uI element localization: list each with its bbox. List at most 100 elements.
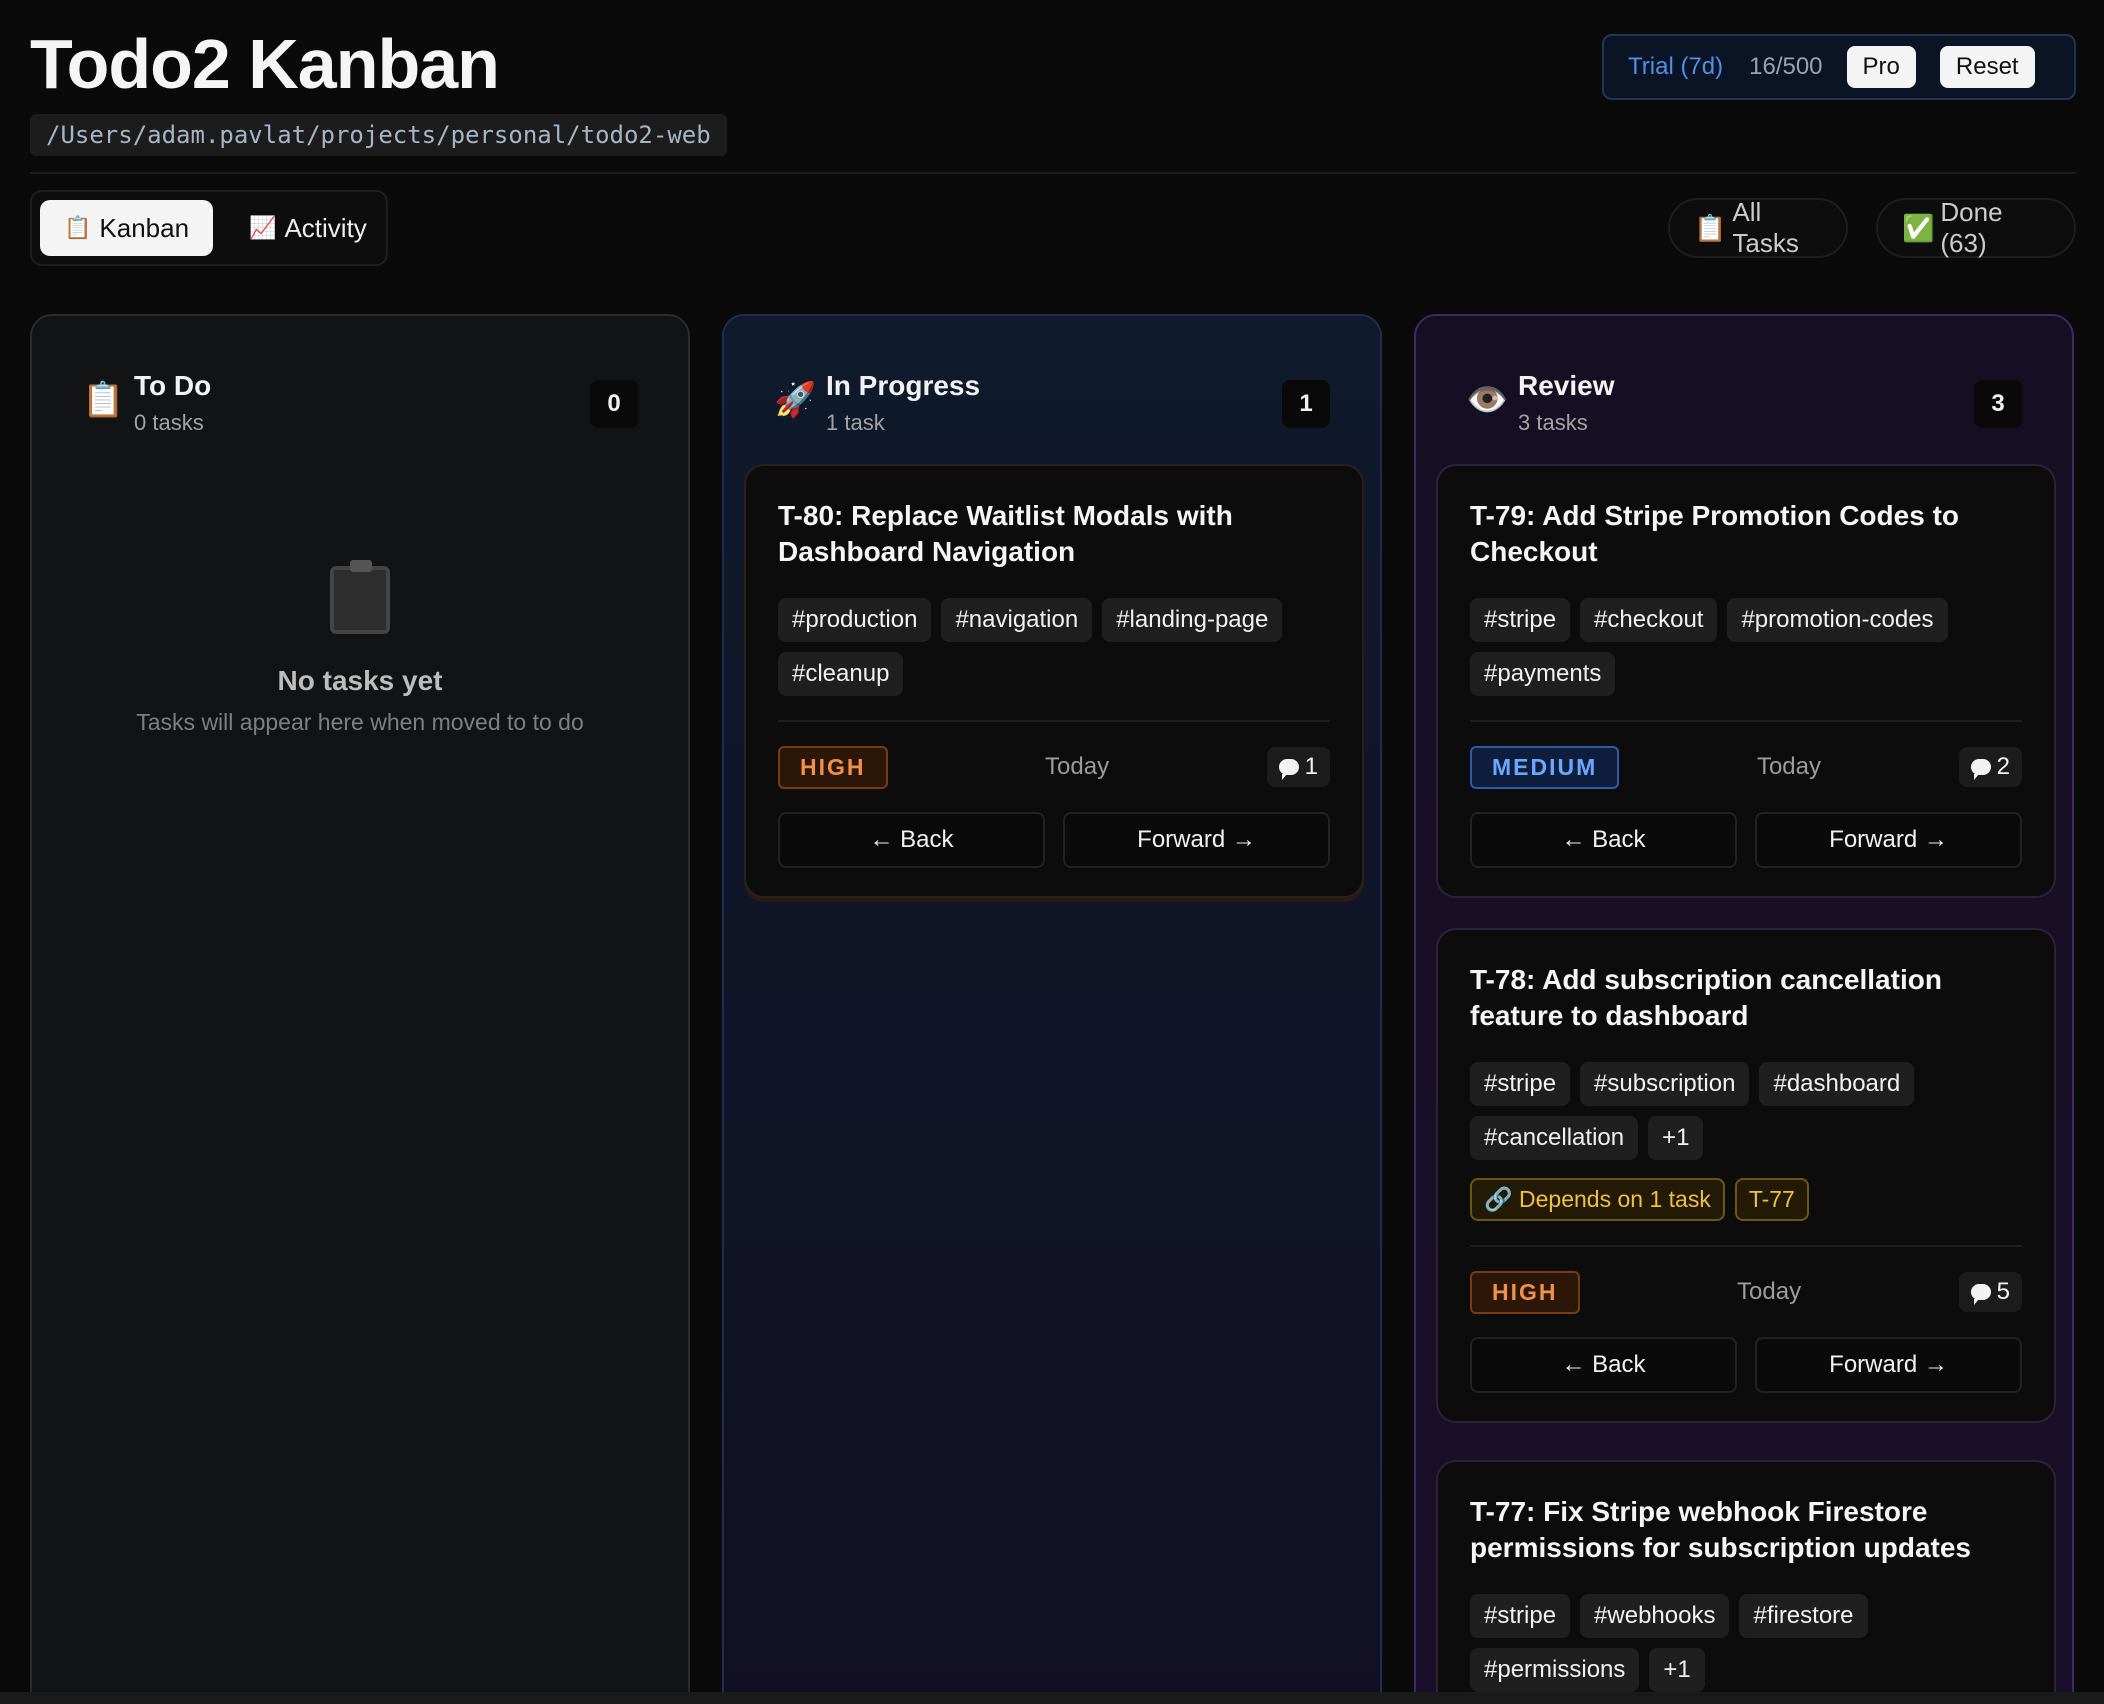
task-card-t80[interactable]: T-80: Replace Waitlist Modals with Dashb… [744,464,1364,898]
column-title: To Do [134,370,212,401]
eye-icon: 👁️ [1466,381,1509,419]
task-card-t79[interactable]: T-79: Add Stripe Promotion Codes to Chec… [1436,464,2056,898]
tag[interactable]: #checkout [1580,598,1718,642]
tag-list: #stripe #webhooks #firestore #permission… [1470,1594,2022,1692]
tab-kanban-label: Kanban [99,212,190,243]
task-title-text: Add Stripe Promotion Codes to Checkout [1470,500,1959,567]
done-label: Done (63) [1940,197,2003,258]
priority-badge: HIGH [778,745,888,789]
task-title: T-78: Add subscription cancellation feat… [1470,962,2022,1034]
tag[interactable]: #cleanup [778,652,904,696]
plan-status-box: Trial (7d) 16/500 Pro Reset [1602,34,2076,100]
pro-button[interactable]: Pro [1846,46,1916,88]
task-title: T-80: Replace Waitlist Modals with Dashb… [778,498,1330,570]
column-task-count-text: 0 tasks [134,410,204,435]
task-id: T-78: [1470,964,1536,995]
page-title: Todo2 Kanban [30,25,500,103]
tag[interactable]: #stripe [1470,598,1571,642]
tag[interactable]: #stripe [1470,1062,1571,1106]
forward-button[interactable]: Forward → [1755,1337,2022,1393]
column-header: 🚀 In Progress 1 task 1 [774,370,1330,444]
tag[interactable]: #landing-page [1102,598,1283,642]
forward-button[interactable]: Forward → [1755,812,2022,868]
tab-activity-label: Activity [284,212,367,243]
column-todo: 📋 To Do 0 tasks 0 No tasks yet Tasks wil… [30,314,690,1704]
task-meta: HIGH Today 1 [778,745,1330,789]
comment-count[interactable]: 2 [1958,747,2022,787]
comment-count[interactable]: 1 [1266,747,1330,787]
tag[interactable]: #firestore [1739,1594,1868,1638]
chart-increasing-icon: 📈 [249,215,277,240]
column-task-count-text: 3 tasks [1518,410,1588,435]
card-divider [778,720,1330,722]
comment-count-value: 2 [1996,753,2010,780]
dependency-link[interactable]: T-77 [1734,1178,1809,1221]
project-path: /Users/adam.pavlat/projects/personal/tod… [30,114,727,156]
column-count-badge: 3 [1974,380,2022,428]
task-title-text: Add subscription cancellation feature to… [1470,964,1942,1031]
card-divider [1470,720,2022,722]
column-in-progress: 🚀 In Progress 1 task 1 T-80: Replace Wai… [722,314,1382,1704]
tab-kanban[interactable]: 📋 Kanban [40,200,214,256]
kanban-page: Todo2 Kanban /Users/adam.pavlat/projects… [0,0,2104,1704]
task-id: T-77: [1470,1496,1536,1527]
back-button[interactable]: ← Back [1470,812,1737,868]
tag[interactable]: #navigation [941,598,1093,642]
clipboard-icon: 📋 [1694,212,1727,243]
task-title-text: Replace Waitlist Modals with Dashboard N… [778,500,1233,567]
depends-on-badge[interactable]: 🔗 Depends on 1 task [1470,1178,1725,1221]
priority-badge: HIGH [1470,1270,1580,1314]
task-actions: ← Back Forward → [778,812,1330,868]
reset-button[interactable]: Reset [1939,46,2035,88]
task-title-text: Fix Stripe webhook Firestore permissions… [1470,1496,1971,1563]
task-date: Today [1737,1278,1802,1305]
comment-count[interactable]: 5 [1958,1272,2022,1312]
tag[interactable]: #production [778,598,932,642]
tag[interactable]: #dashboard [1759,1062,1915,1106]
header-divider [30,172,2076,174]
trial-label[interactable]: Trial (7d) [1628,53,1723,81]
tag[interactable]: #permissions [1470,1648,1640,1692]
task-actions: ← Back Forward → [1470,812,2022,868]
column-header: 📋 To Do 0 tasks 0 [82,370,638,444]
forward-button[interactable]: Forward → [1063,812,1330,868]
all-tasks-label: All Tasks [1732,197,1799,258]
tag[interactable]: #cancellation [1470,1116,1639,1160]
speech-bubble-icon [1970,759,1991,780]
column-count-badge: 0 [590,380,638,428]
more-tags-badge[interactable]: +1 [1648,1116,1704,1160]
column-title: In Progress [826,370,981,401]
all-tasks-filter[interactable]: 📋 All Tasks [1668,197,1848,258]
done-filter[interactable]: ✅ Done (63) [1876,197,2076,258]
back-button[interactable]: ← Back [1470,1337,1737,1393]
tag[interactable]: #payments [1470,652,1616,696]
back-button[interactable]: ← Back [778,812,1045,868]
task-date: Today [1756,753,1821,780]
view-tabs: 📋 Kanban 📈 Activity [30,190,388,266]
task-actions: ← Back Forward → [1470,1337,2022,1393]
more-tags-badge[interactable]: +1 [1649,1648,1705,1692]
rocket-icon: 🚀 [774,381,817,419]
tag[interactable]: #stripe [1470,1594,1571,1638]
task-title: T-79: Add Stripe Promotion Codes to Chec… [1470,498,2022,570]
speech-bubble-icon [1970,1284,1991,1305]
task-date: Today [1045,753,1110,780]
speech-bubble-icon [1278,759,1299,780]
tab-activity[interactable]: 📈 Activity [225,200,391,256]
tag[interactable]: #promotion-codes [1727,598,1948,642]
dependency-row: 🔗 Depends on 1 task T-77 [1470,1178,2022,1221]
check-mark-icon: ✅ [1902,212,1935,243]
task-card-t77[interactable]: T-77: Fix Stripe webhook Firestore permi… [1436,1460,2056,1704]
task-card-t78[interactable]: T-78: Add subscription cancellation feat… [1436,928,2056,1423]
clipboard-icon [330,560,390,634]
column-title: Review [1518,370,1615,401]
task-id: T-79: [1470,500,1536,531]
tag[interactable]: #webhooks [1580,1594,1730,1638]
task-id: T-80: [778,500,844,531]
horizontal-scrollbar[interactable] [0,1692,2104,1704]
comment-count-value: 5 [1996,1278,2010,1305]
task-title: T-77: Fix Stripe webhook Firestore permi… [1470,1494,2022,1566]
column-task-count-text: 1 task [826,410,885,435]
tag[interactable]: #subscription [1580,1062,1750,1106]
task-meta: HIGH Today 5 [1470,1270,2022,1314]
